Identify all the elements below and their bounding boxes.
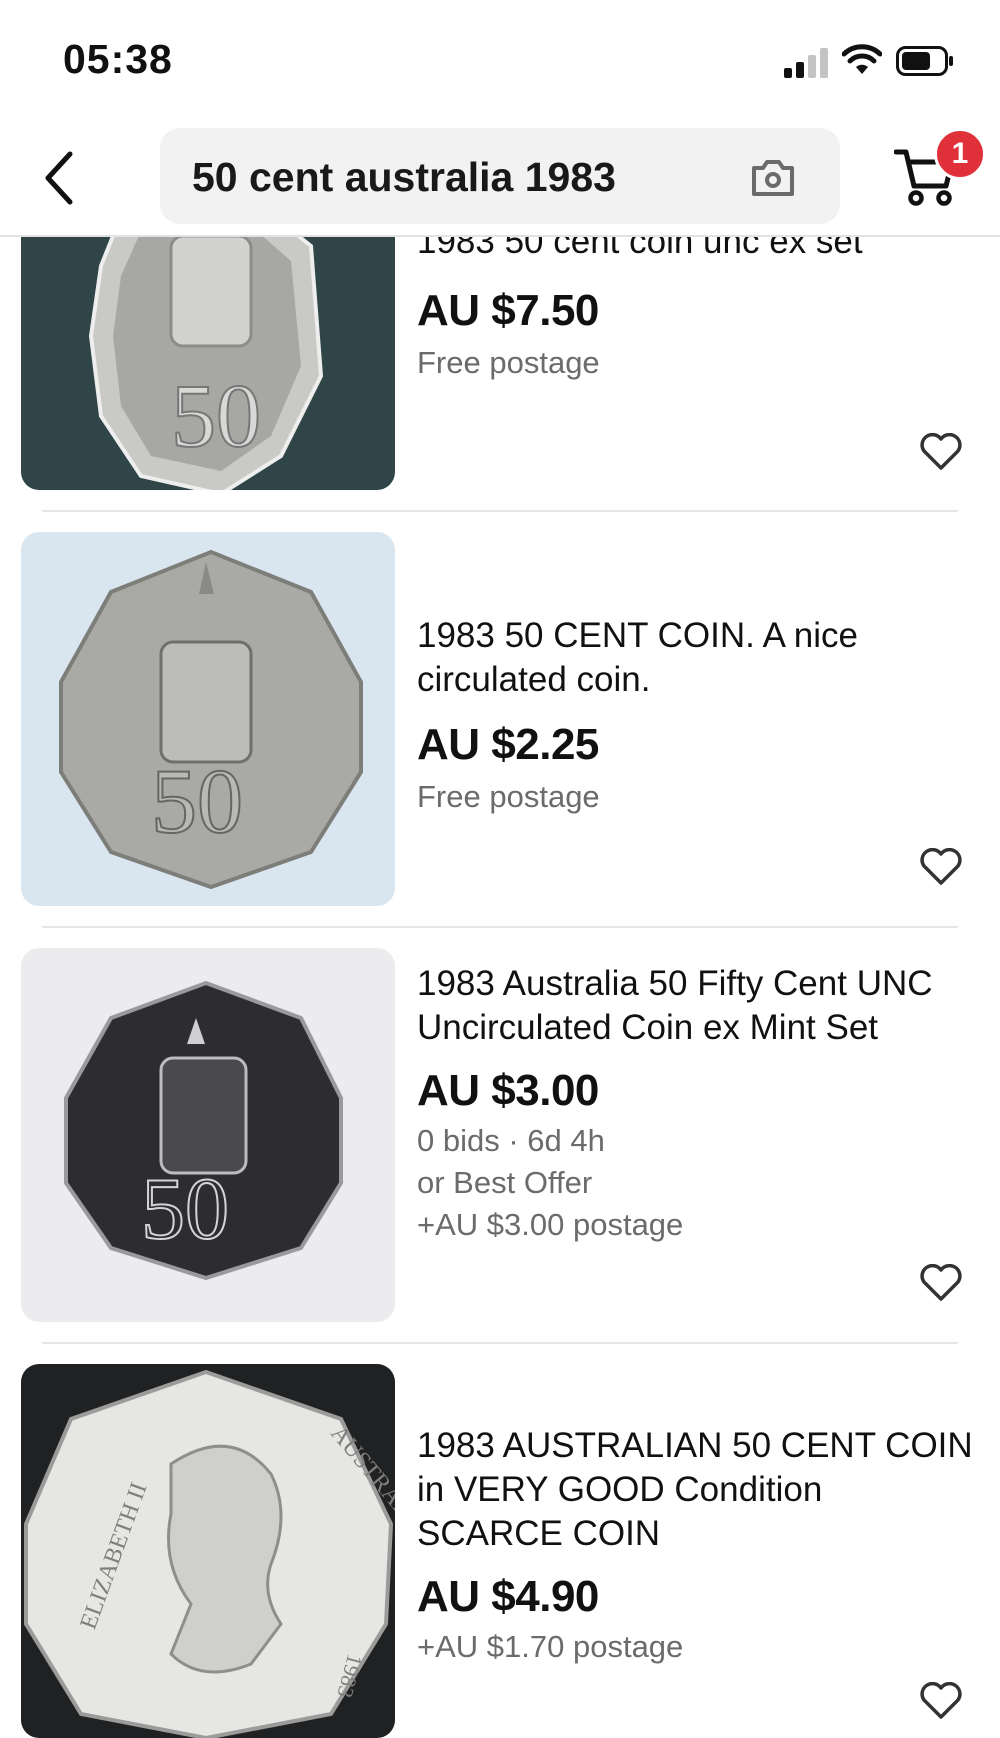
item-title[interactable]: 1983 50 CENT COIN. A nice circulated coi… [417, 614, 977, 702]
item-bids-time: 0 bids · 6d 4h [417, 1123, 605, 1158]
item-image[interactable]: ELIZABETH II AUSTRALIA 1983 [21, 1364, 395, 1738]
coin-reverse-image: 50 [64, 980, 343, 1281]
item-price: AU $4.90 [417, 1572, 599, 1621]
item-price: AU $7.50 [417, 286, 599, 335]
battery-icon [896, 46, 953, 76]
search-input[interactable]: 50 cent australia 1983 [160, 128, 840, 224]
item-postage: +AU $1.70 postage [417, 1629, 684, 1664]
watch-heart-icon[interactable] [920, 433, 962, 471]
status-bar: 05:38 [0, 0, 1000, 120]
search-header: 50 cent australia 1983 1 [0, 120, 1000, 237]
watch-heart-icon[interactable] [920, 848, 962, 886]
item-postage: +AU $3.00 postage [417, 1207, 684, 1242]
search-results-list: 50 1983 50 cent coin unc ex set AU $7.50… [0, 0, 1000, 1738]
cellular-signal-icon [784, 46, 830, 78]
cart-count-badge[interactable]: 1 [934, 128, 986, 180]
wifi-icon [842, 44, 882, 74]
svg-text:50: 50 [141, 1161, 229, 1258]
watch-heart-icon[interactable] [920, 1682, 962, 1720]
list-divider [42, 1342, 958, 1344]
camera-icon[interactable] [750, 156, 796, 198]
item-title[interactable]: 1983 AUSTRALIAN 50 CENT COIN in VERY GOO… [417, 1424, 977, 1556]
svg-text:50: 50 [151, 750, 243, 852]
coin-obverse-image: ELIZABETH II AUSTRALIA 1983 [24, 1369, 395, 1738]
item-price: AU $3.00 [417, 1066, 599, 1115]
search-query-text: 50 cent australia 1983 [192, 154, 616, 200]
item-title[interactable]: 1983 Australia 50 Fifty Cent UNC Uncircu… [417, 962, 977, 1050]
item-image[interactable]: 50 [21, 532, 395, 906]
status-time: 05:38 [63, 36, 173, 82]
svg-text:50: 50 [171, 367, 261, 466]
item-best-offer: or Best Offer [417, 1165, 593, 1200]
watch-heart-icon[interactable] [920, 1264, 962, 1302]
item-price: AU $2.25 [417, 720, 599, 769]
item-postage: Free postage [417, 779, 600, 814]
back-arrow-icon[interactable] [36, 148, 84, 208]
list-divider [42, 926, 958, 928]
item-postage: Free postage [417, 345, 600, 380]
list-divider [42, 510, 958, 512]
coin-reverse-image: 50 [59, 549, 363, 890]
item-image[interactable]: 50 [21, 948, 395, 1322]
